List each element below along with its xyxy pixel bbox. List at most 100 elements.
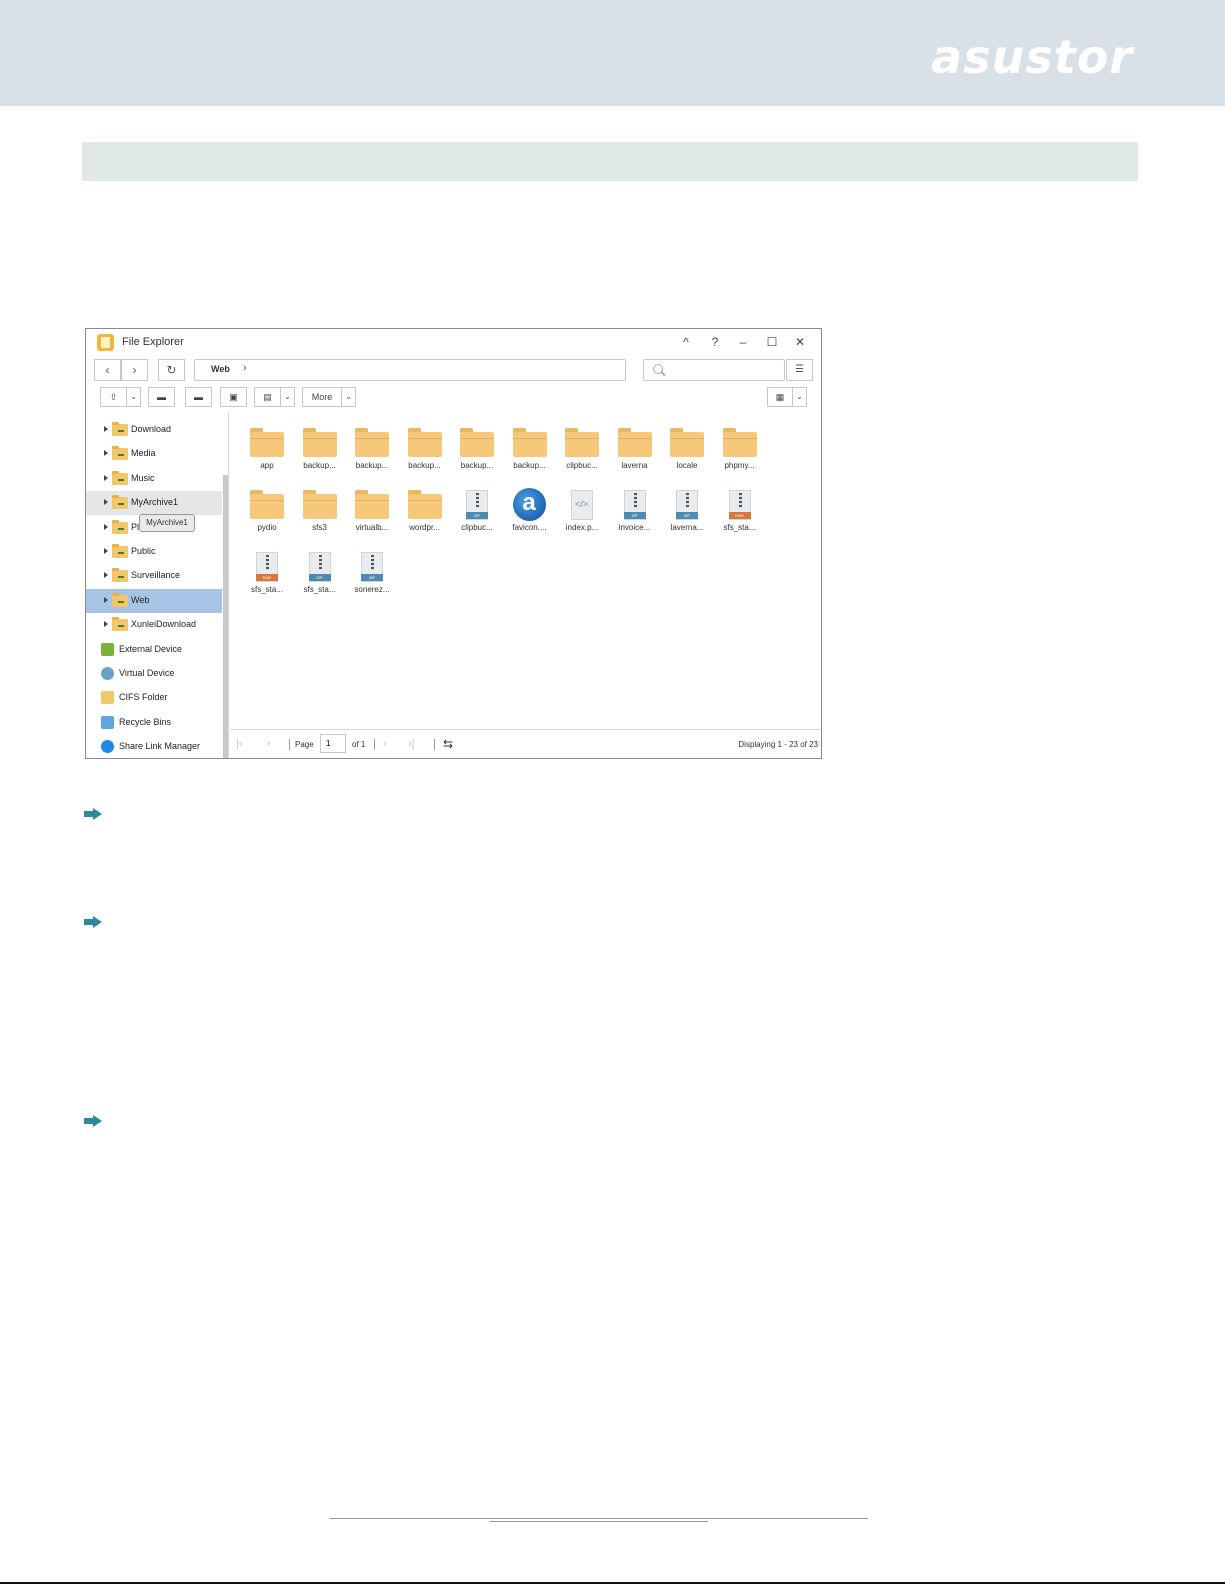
close-icon[interactable]: ✕ (791, 333, 809, 351)
sidebar-item[interactable]: CIFS Folder (86, 686, 222, 710)
sidebar-item-label: CIFS Folder (119, 692, 168, 703)
upload-button[interactable]: ⇧ (100, 387, 127, 407)
file-tile[interactable]: sfs3 (295, 484, 343, 540)
delete-button[interactable]: ▣ (220, 387, 247, 407)
file-tile[interactable]: RAR sfs_sta... (715, 484, 763, 540)
folder-icon (302, 428, 337, 457)
file-tile[interactable]: ZIP sonerez... (347, 546, 395, 602)
file-name: favicon.... (512, 523, 547, 532)
sidebar-tree: Download Media Music MyArchive1 Pl Public Surv… (86, 412, 229, 758)
next-page-icon[interactable]: › (383, 738, 387, 750)
footer-rule (490, 1521, 708, 1522)
file-tile[interactable]: laverna (610, 422, 658, 478)
arrow-right-icon (84, 916, 102, 928)
shared-folder-icon (112, 422, 128, 436)
file-name: backup... (303, 461, 336, 470)
file-name: backup... (408, 461, 441, 470)
refresh-list-icon[interactable]: ⇆ (443, 737, 453, 751)
sidebar-item-label: Virtual Device (119, 668, 175, 678)
first-page-icon[interactable]: |‹ (236, 738, 243, 750)
file-tile[interactable]: backup... (452, 422, 500, 478)
file-tile[interactable]: </> index.p... (557, 484, 605, 540)
path-breadcrumb[interactable]: Web › (194, 359, 626, 381)
minimize-icon[interactable]: – (734, 333, 752, 351)
refresh-button[interactable]: ↻ (158, 359, 185, 381)
file-tile[interactable]: wordpr... (400, 484, 448, 540)
collapse-icon[interactable]: ^ (677, 333, 695, 351)
expand-triangle-icon[interactable] (104, 499, 108, 506)
expand-triangle-icon[interactable] (104, 621, 108, 628)
sidebar-item[interactable]: Download (86, 418, 222, 442)
maximize-icon[interactable]: ☐ (763, 333, 781, 351)
sidebar-item[interactable]: MyArchive1 (86, 491, 222, 516)
file-name: sfs_sta... (303, 585, 336, 594)
page-number-input[interactable] (320, 734, 346, 753)
search-input[interactable] (670, 362, 780, 378)
view-mode-dropdown-icon[interactable]: ⌄ (793, 387, 807, 407)
sidebar-item[interactable]: Media (86, 442, 222, 466)
device-icon (101, 642, 114, 656)
file-name: invoice... (618, 523, 651, 532)
file-name: sfs3 (312, 523, 327, 532)
file-tile[interactable]: a favicon.... (505, 484, 553, 540)
toolbar: ⇧ ⌄ ▬ ▬ ▣ ▤ ⌄ More ⌄ ▦ ⌄ (86, 387, 821, 409)
file-tile[interactable]: ZIP invoice... (610, 484, 658, 540)
file-tile[interactable]: ZIP sfs_sta... (295, 546, 343, 602)
file-tile[interactable]: clipbuc... (557, 422, 605, 478)
more-dropdown-icon[interactable]: ⌄ (342, 387, 356, 407)
file-tile[interactable]: pydio (242, 484, 290, 540)
device-icon (101, 691, 114, 705)
sidebar-item[interactable]: Web (86, 588, 222, 613)
expand-triangle-icon[interactable] (104, 572, 108, 579)
expand-triangle-icon[interactable] (104, 596, 108, 603)
separator (374, 739, 375, 750)
file-tile[interactable]: phpmy... (715, 422, 763, 478)
sidebar-item[interactable]: Music (86, 467, 222, 491)
expand-triangle-icon[interactable] (104, 450, 108, 457)
file-tile[interactable]: virtualb... (347, 484, 395, 540)
sidebar-item[interactable]: Surveillance (86, 564, 222, 588)
folder-icon (512, 428, 547, 457)
rar-archive-icon: RAR (723, 490, 757, 520)
shared-folder-icon (112, 592, 128, 607)
more-button[interactable]: More (302, 387, 342, 407)
forward-button[interactable]: › (121, 359, 148, 381)
expand-triangle-icon[interactable] (104, 523, 108, 530)
view-mode-button[interactable]: ▦ (767, 387, 793, 407)
sidebar-item[interactable]: Public (86, 540, 222, 564)
sidebar-item[interactable]: Share Link Manager (86, 735, 222, 758)
prev-page-icon[interactable]: ‹ (267, 738, 271, 750)
file-tile[interactable]: locale (662, 422, 710, 478)
advanced-search-button[interactable]: ☰ (786, 359, 813, 381)
sidebar-item-label: MyArchive1 (131, 497, 179, 508)
file-tile[interactable]: app (242, 422, 290, 478)
file-tile[interactable]: ZIP laverna... (662, 484, 710, 540)
help-icon[interactable]: ? (706, 333, 724, 351)
chevron-right-icon[interactable]: › (243, 362, 247, 374)
folder-icon (355, 490, 389, 519)
file-tile[interactable]: backup... (505, 422, 553, 478)
title-bar: File Explorer ^ ? – ☐ ✕ (86, 329, 821, 357)
sidebar-item[interactable]: Virtual Device (86, 662, 222, 686)
sidebar-item[interactable]: Recycle Bins (86, 711, 222, 735)
file-tile[interactable]: backup... (400, 422, 448, 478)
breadcrumb-current[interactable]: Web (211, 364, 230, 374)
expand-triangle-icon[interactable] (104, 548, 108, 554)
sidebar-scrollbar[interactable] (223, 475, 228, 758)
mount-button[interactable]: ▤ (254, 387, 281, 407)
file-tile[interactable]: RAR sfs_sta... (242, 546, 290, 602)
file-tile[interactable]: backup... (295, 422, 343, 478)
search-box[interactable] (643, 359, 785, 381)
file-tile[interactable]: ZIP clipbuc... (452, 484, 500, 540)
file-tile[interactable]: backup... (347, 422, 395, 478)
upload-dropdown-icon[interactable]: ⌄ (127, 387, 141, 407)
folder-action-button[interactable]: ▬ (185, 387, 212, 407)
new-folder-button[interactable]: ▬ (148, 387, 175, 407)
expand-triangle-icon[interactable] (104, 426, 108, 432)
last-page-icon[interactable]: ›| (408, 738, 415, 750)
expand-triangle-icon[interactable] (104, 474, 108, 481)
sidebar-item[interactable]: XunleiDownload (86, 613, 222, 637)
back-button[interactable]: ‹ (94, 359, 121, 381)
sidebar-item[interactable]: External Device (86, 638, 222, 662)
mount-dropdown-icon[interactable]: ⌄ (281, 387, 295, 407)
